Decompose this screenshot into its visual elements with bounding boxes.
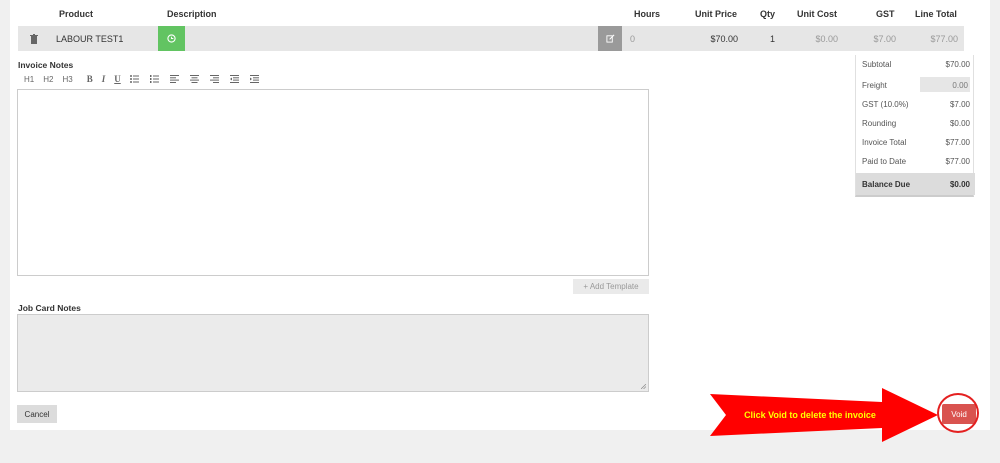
totals-panel: Subtotal $70.00 Freight 0.00 GST (10.0%)…: [855, 55, 975, 197]
unit-price-value: $70.00: [710, 34, 738, 44]
rounding-label: Rounding: [862, 119, 897, 128]
bold-button[interactable]: B: [87, 74, 93, 84]
editor-toolbar: H1 H2 H3 B I U: [24, 74, 270, 84]
col-qty: Qty: [760, 9, 776, 19]
paid-to-date-label: Paid to Date: [862, 157, 907, 166]
italic-button[interactable]: I: [102, 74, 106, 84]
freight-row: Freight 0.00: [856, 76, 975, 95]
void-highlight-circle: [937, 393, 979, 433]
h1-button[interactable]: H1: [24, 75, 34, 84]
subtotal-row: Subtotal $70.00: [856, 55, 975, 74]
callout-arrow: Click Void to delete the invoice: [710, 388, 938, 442]
gst-total-value: $7.00: [949, 100, 970, 109]
edit-description-button[interactable]: [598, 26, 622, 51]
paid-to-date-row: Paid to Date $77.00: [856, 152, 975, 171]
balance-due-label: Balance Due: [862, 180, 911, 189]
subtotal-label: Subtotal: [862, 60, 892, 69]
gst-value: $7.00: [873, 34, 896, 44]
rounding-value: $0.00: [949, 119, 970, 128]
paid-to-date-value: $77.00: [945, 157, 970, 166]
hours-value[interactable]: 0: [630, 34, 635, 44]
qty-value: 1: [770, 34, 776, 44]
resize-handle-icon[interactable]: [641, 384, 646, 389]
freight-value: 0.00: [952, 81, 968, 90]
invoice-notes-editor[interactable]: [17, 89, 649, 276]
edit-icon: [605, 34, 614, 43]
add-template-button[interactable]: + Add Template: [573, 279, 649, 294]
invoice-notes-label: Invoice Notes: [18, 60, 74, 70]
delete-icon[interactable]: [30, 34, 38, 46]
product-name[interactable]: LABOUR TEST1: [56, 34, 123, 44]
invoice-total-row: Invoice Total $77.00: [856, 133, 975, 152]
table-row: LABOUR TEST1 0 $70.00 1 $0.00 $7.00 $77.…: [18, 26, 964, 51]
numbered-list-icon[interactable]: [149, 75, 159, 83]
align-right-icon[interactable]: [209, 75, 219, 83]
indent-icon[interactable]: [249, 75, 259, 83]
cancel-button[interactable]: Cancel: [17, 405, 57, 423]
job-card-notes-label: Job Card Notes: [18, 303, 81, 313]
gst-label: GST (10.0%): [862, 100, 909, 109]
h2-button[interactable]: H2: [43, 75, 53, 84]
line-items-header: Product Description Hours Unit Price Qty…: [0, 0, 1000, 26]
line-total-value: $77.00: [930, 34, 958, 44]
invoice-total-value: $77.00: [945, 138, 970, 147]
freight-label: Freight: [862, 81, 887, 90]
col-line-total: Line Total: [915, 9, 957, 19]
col-unit-cost: Unit Cost: [797, 9, 837, 19]
h3-button[interactable]: H3: [62, 75, 72, 84]
align-left-icon[interactable]: [169, 75, 179, 83]
outdent-icon[interactable]: [229, 75, 239, 83]
col-gst: GST: [876, 9, 895, 19]
gst-row: GST (10.0%) $7.00: [856, 95, 975, 114]
freight-input[interactable]: 0.00: [920, 77, 970, 92]
col-product: Product: [59, 9, 94, 19]
col-unit-price: Unit Price: [695, 9, 738, 19]
col-hours: Hours: [634, 9, 661, 19]
align-center-icon[interactable]: [189, 75, 199, 83]
balance-due-value: $0.00: [949, 180, 970, 189]
bullet-list-icon[interactable]: [129, 75, 139, 83]
underline-button[interactable]: U: [114, 74, 121, 84]
unit-cost-value: $0.00: [815, 34, 838, 44]
rounding-row: Rounding $0.00: [856, 114, 975, 133]
clock-icon: [167, 34, 176, 43]
balance-due-row: Balance Due $0.00: [856, 173, 975, 195]
job-card-notes-field: [17, 314, 649, 392]
invoice-total-label: Invoice Total: [862, 138, 907, 147]
subtotal-value: $70.00: [945, 60, 970, 69]
col-description: Description: [167, 9, 217, 19]
callout-text: Click Void to delete the invoice: [744, 410, 876, 420]
clock-button[interactable]: [158, 26, 185, 51]
